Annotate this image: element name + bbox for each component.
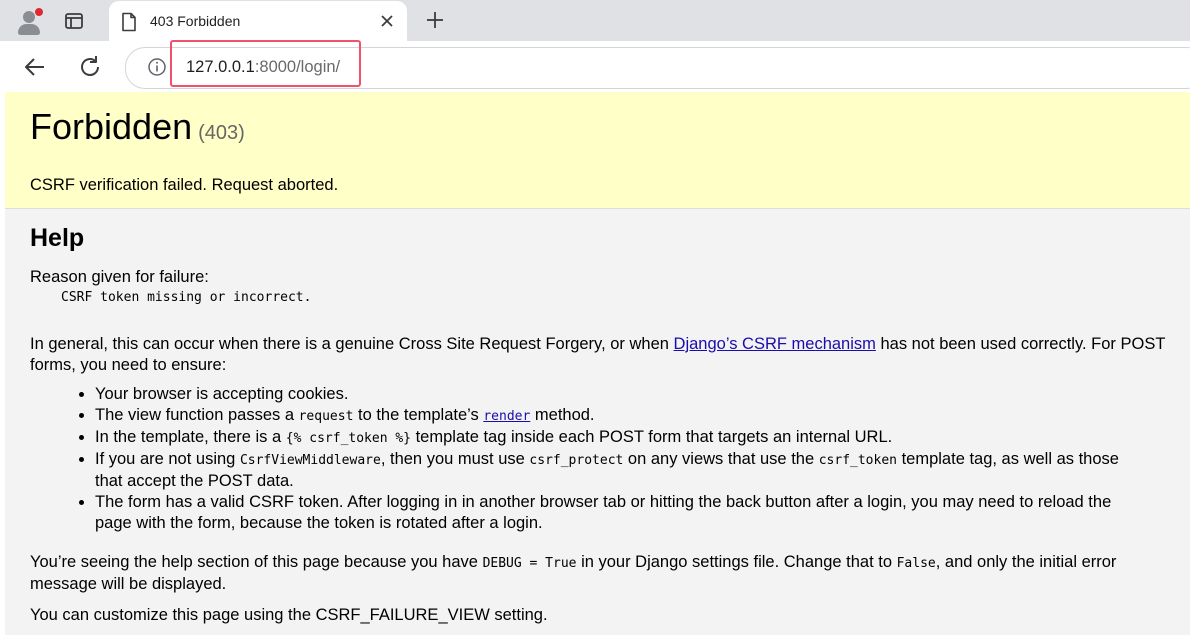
- help-section: Help Reason given for failure: CSRF toke…: [5, 209, 1190, 635]
- customize-note: You can customize this page using the CS…: [30, 606, 548, 624]
- list-item: The form has a valid CSRF token. After l…: [95, 492, 1145, 534]
- tab-actions-icon[interactable]: [62, 9, 86, 33]
- tab-active[interactable]: 403 Forbidden: [109, 1, 407, 41]
- debug-text-b: in your Django settings file. Change tha…: [576, 553, 897, 571]
- list-item-text: method.: [530, 406, 595, 424]
- list-item: Your browser is accepting cookies.: [95, 384, 1145, 405]
- code-csrf-token: csrf_token: [818, 453, 897, 468]
- close-icon[interactable]: [377, 11, 397, 31]
- page-icon: [122, 12, 136, 32]
- title-text: Forbidden: [30, 106, 193, 147]
- tab-strip: 403 Forbidden: [0, 0, 1190, 41]
- site-info-icon[interactable]: [147, 57, 167, 77]
- reload-icon[interactable]: [76, 53, 104, 81]
- tab-title: 403 Forbidden: [150, 13, 241, 29]
- code-debug-true: DEBUG = True: [482, 556, 577, 571]
- list-item-text: Your browser is accepting cookies.: [95, 385, 349, 403]
- list-item-text: to the template’s: [353, 406, 484, 424]
- debug-text-a: You’re seeing the help section of this p…: [30, 553, 483, 571]
- requirements-list: Your browser is accepting cookies. The v…: [74, 384, 1145, 534]
- profile-avatar-icon[interactable]: [14, 6, 44, 36]
- reason-value: CSRF token missing or incorrect.: [61, 290, 312, 305]
- new-tab-icon[interactable]: [423, 8, 447, 32]
- url-highlight-box: [170, 40, 361, 87]
- error-summary: Forbidden (403) CSRF verification failed.…: [5, 92, 1190, 209]
- list-item: The view function passes a request to th…: [95, 405, 1145, 427]
- browser-toolbar: 127.0.0.1:8000/login/: [0, 40, 1190, 92]
- status-code: (403): [198, 122, 245, 144]
- list-item-text: The form has a valid CSRF token. After l…: [95, 493, 1112, 532]
- code-request: request: [298, 409, 354, 424]
- render-link[interactable]: render: [483, 409, 530, 424]
- list-item: In the template, there is a {% csrf_toke…: [95, 427, 1145, 449]
- list-item-text: on any views that use the: [623, 450, 819, 468]
- back-arrow-icon[interactable]: [21, 53, 49, 81]
- debug-note: You’re seeing the help section of this p…: [30, 552, 1180, 595]
- page-content: Forbidden (403) CSRF verification failed.…: [5, 92, 1190, 635]
- list-item-text: template tag inside each POST form that …: [411, 428, 893, 446]
- csrf-mechanism-link[interactable]: Django’s CSRF mechanism: [674, 335, 876, 353]
- list-item-text: The view function passes a: [95, 406, 299, 424]
- list-item-text: , then you must use: [380, 450, 530, 468]
- list-item-text: If you are not using: [95, 450, 240, 468]
- general-explanation: In general, this can occur when there is…: [30, 334, 1180, 376]
- code-false: False: [896, 556, 936, 571]
- general-text-a: In general, this can occur when there is…: [30, 335, 674, 353]
- list-item: If you are not using CsrfViewMiddleware,…: [95, 449, 1145, 492]
- summary-message: CSRF verification failed. Request aborte…: [30, 176, 339, 194]
- list-item-text: In the template, there is a: [95, 428, 286, 446]
- page-title: Forbidden (403): [30, 106, 245, 148]
- code-csrf-token-tag: {% csrf_token %}: [285, 431, 412, 446]
- help-heading: Help: [30, 224, 85, 252]
- reason-label: Reason given for failure:: [30, 268, 209, 286]
- code-csrf-protect: csrf_protect: [529, 453, 624, 468]
- code-csrf-view-middleware: CsrfViewMiddleware: [239, 453, 381, 468]
